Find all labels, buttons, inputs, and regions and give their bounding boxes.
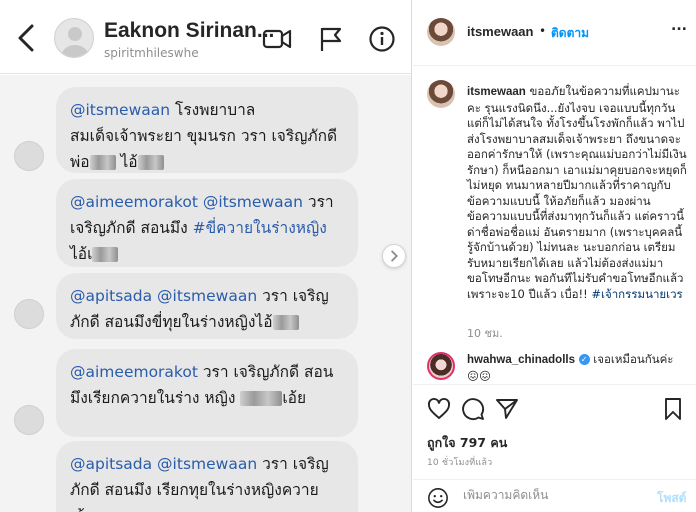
message-hashtag[interactable]: #ขี่ควายในร่างหญิง	[193, 219, 327, 237]
censored-blur	[272, 315, 299, 330]
censored-blur	[92, 247, 119, 262]
message-bubble: @apitsada @itsmewaan วรา เจริญ ภักดี สอน…	[56, 441, 358, 512]
caption-hashtag[interactable]: #เจ้ากรรมนายเวร	[591, 287, 682, 301]
post-time: 10 ชั่วโมงที่แล้ว	[427, 458, 493, 468]
contact-name[interactable]: Eaknon Sirinan...	[104, 19, 274, 43]
post-panel: itsmewaan • ติดตาม ... itsmewaan ขออภัยใ…	[413, 0, 696, 512]
sender-avatar	[14, 405, 44, 435]
sender-avatar	[14, 299, 44, 329]
verified-badge-icon: ✓	[578, 354, 590, 365]
censored-blur	[240, 391, 283, 406]
owner-username[interactable]: itsmewaan	[467, 24, 533, 39]
message-mention[interactable]: @aimeemorakot @itsmewaan	[70, 193, 303, 211]
add-comment-bar: โพสต์	[413, 479, 696, 512]
message-bubble: @itsmewaan โรงพยาบาล สมเด็จเจ้าพระยา ขุม…	[56, 87, 358, 173]
post-header: itsmewaan • ติดตาม ...	[413, 0, 696, 66]
caption-text: ขออภัยในข้อความที่แคปมานะคะ รุนแรงนิดนึง…	[467, 84, 687, 301]
like-count[interactable]: ถูกใจ 797 คน	[427, 433, 507, 453]
commenter-avatar[interactable]	[427, 352, 455, 380]
back-arrow-icon[interactable]	[12, 20, 40, 56]
post-comment-button[interactable]: โพสต์	[657, 489, 686, 508]
message-text-tail: ไอ้เ	[70, 245, 93, 263]
caption-username[interactable]: itsmewaan	[467, 86, 526, 98]
message-mention[interactable]: @apitsada @itsmewaan	[70, 287, 257, 305]
message-bubble: @apitsada @itsmewaan วรา เจริญภักดี สอนม…	[56, 273, 358, 339]
emoji-icon[interactable]	[427, 487, 449, 509]
info-icon[interactable]	[368, 25, 398, 53]
contact-avatar[interactable]	[54, 18, 94, 58]
message-bubble: @aimeemorakot @itsmewaan วรา เจริญภักดี …	[56, 179, 358, 267]
heart-icon[interactable]	[427, 397, 451, 421]
separator-dot: •	[539, 24, 547, 38]
message-mention[interactable]: @aimeemorakot	[70, 363, 198, 381]
comment: hwahwa_chinadolls ✓ เจอเหมือนกันค่ะ 😖😖	[467, 352, 687, 384]
sender-avatar	[14, 141, 44, 171]
flag-icon[interactable]	[316, 25, 346, 53]
censored-blur	[89, 155, 116, 170]
message-bubble: @aimeemorakot วรา เจริญภักดี สอนมึงเรียก…	[56, 349, 358, 437]
caption-time: 10 ชม.	[467, 327, 503, 340]
owner-avatar[interactable]	[427, 18, 455, 46]
video-call-icon[interactable]	[262, 25, 292, 53]
comment-icon[interactable]	[461, 397, 485, 421]
contact-username: spiritmhileswhe	[104, 46, 199, 60]
dm-screenshot: Eaknon Sirinan... spiritmhileswhe @itsme…	[0, 0, 412, 512]
bookmark-icon[interactable]	[661, 397, 685, 421]
dm-header: Eaknon Sirinan... spiritmhileswhe	[0, 0, 411, 74]
message-text-tail: เอ้ย	[282, 389, 307, 407]
post-actions: ถูกใจ 797 คน 10 ชั่วโมงที่แล้ว โพสต์	[413, 384, 696, 512]
dm-thread: @itsmewaan โรงพยาบาล สมเด็จเจ้าพระยา ขุม…	[0, 75, 411, 512]
caption-avatar[interactable]	[427, 80, 455, 108]
censored-blur	[137, 155, 164, 170]
comment-username[interactable]: hwahwa_chinadolls	[467, 354, 575, 366]
message-mention[interactable]: @apitsada @itsmewaan	[70, 455, 257, 473]
message-mention[interactable]: @itsmewaan	[70, 101, 170, 119]
message-text-tail: ไอ้	[115, 153, 138, 171]
share-icon[interactable]	[495, 397, 519, 421]
follow-button[interactable]: ติดตาม	[551, 24, 589, 43]
post-caption: itsmewaan ขออภัยในข้อความที่แคปมานะคะ รุ…	[467, 84, 687, 302]
comment-input[interactable]	[463, 488, 633, 502]
chevron-right-icon[interactable]	[382, 244, 406, 268]
more-options-icon[interactable]: ...	[671, 18, 687, 34]
